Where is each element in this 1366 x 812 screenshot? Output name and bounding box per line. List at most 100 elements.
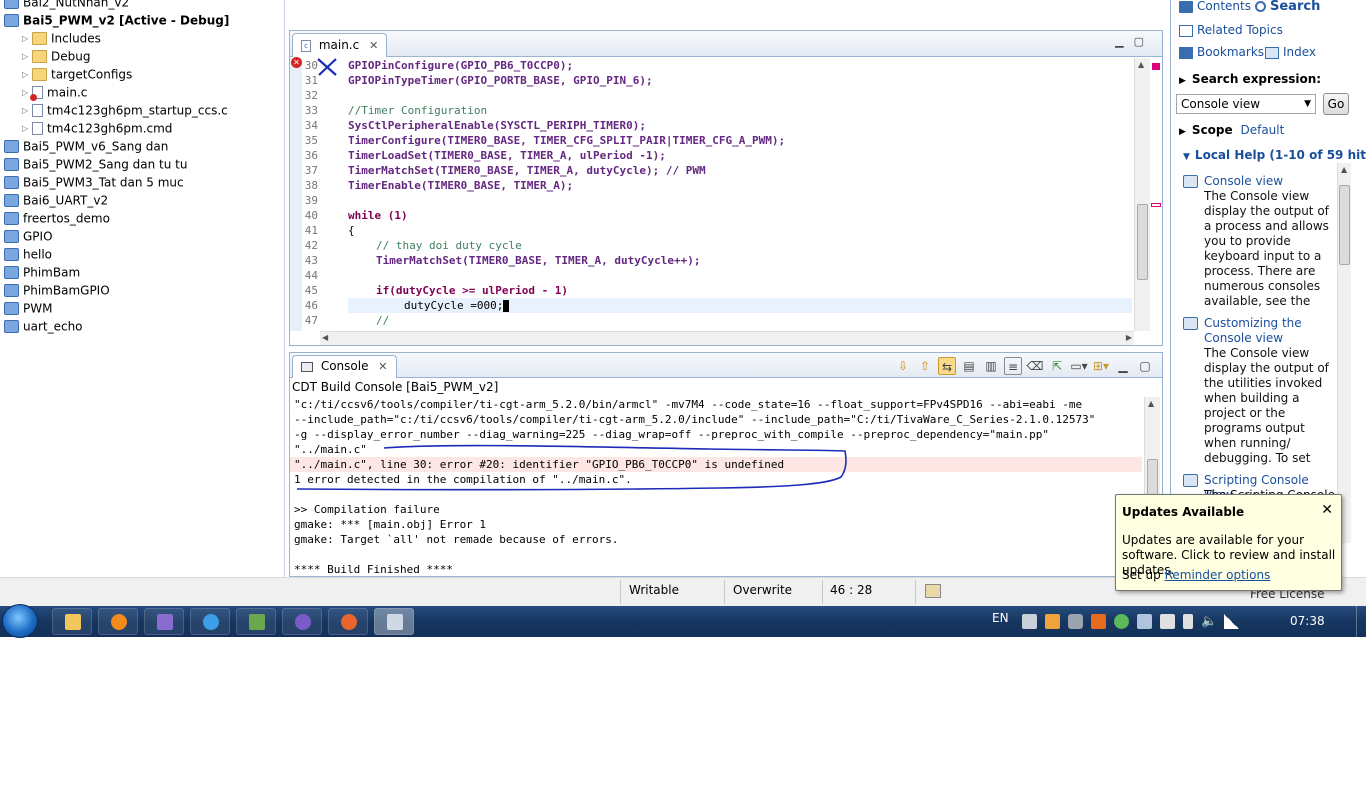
code-line[interactable]: GPIOPinTypeTimer(GPIO_PORTB_BASE, GPIO_P… <box>348 73 1132 88</box>
tree-item[interactable]: Bai5_PWM3_Tat dan 5 muc <box>4 173 184 191</box>
code-line[interactable]: SysCtlPeripheralEnable(SYSCTL_PERIPH_TIM… <box>348 118 1132 133</box>
scroll-up-icon[interactable]: ▲ <box>1138 60 1144 69</box>
scroll-left-icon[interactable]: ◀ <box>322 333 328 342</box>
bookmarks-link[interactable]: Bookmarks <box>1179 45 1264 59</box>
chevron-down-icon[interactable]: ▼ <box>1304 95 1311 113</box>
code-line[interactable] <box>348 193 1132 208</box>
tree-item[interactable]: ▷ Debug <box>22 47 90 65</box>
tab-main-c[interactable]: c main.c ✕ <box>292 33 388 57</box>
search-expression-combo[interactable]: Console view ▼ <box>1176 94 1316 114</box>
status-progress-icon[interactable] <box>925 584 941 598</box>
expand-toggle-icon[interactable]: ▷ <box>22 102 32 120</box>
editor-horizontal-scrollbar[interactable]: ◀ ▶ <box>320 331 1134 345</box>
code-line[interactable]: while (1) <box>348 208 1132 223</box>
expand-toggle-icon[interactable]: ▷ <box>22 120 32 138</box>
show-desktop-button[interactable] <box>1356 606 1366 637</box>
tree-item[interactable]: hello <box>4 245 52 263</box>
contents-link[interactable]: Contents <box>1179 0 1251 13</box>
code-line[interactable] <box>348 88 1132 103</box>
tree-item[interactable]: uart_echo <box>4 317 83 335</box>
taskbar-media-button[interactable] <box>98 608 138 635</box>
scope-expand-icon[interactable]: ▶ <box>1179 127 1186 137</box>
tree-item[interactable]: Bai6_UART_v2 <box>4 191 108 209</box>
tree-item[interactable]: freertos_demo <box>4 209 110 227</box>
minimize-icon[interactable]: ▁ <box>1115 35 1133 48</box>
close-icon[interactable]: ✕ <box>1321 502 1333 518</box>
go-button[interactable]: Go <box>1323 93 1349 115</box>
help-scroll-up-icon[interactable]: ▲ <box>1341 165 1347 174</box>
editor-vertical-scrollbar[interactable]: ▲ <box>1134 58 1150 331</box>
console-scroll-thumb[interactable] <box>1147 459 1158 499</box>
occurrence-marker-icon[interactable] <box>1151 203 1161 207</box>
tray-signal-icon[interactable] <box>1224 614 1239 629</box>
tray-battery-icon[interactable] <box>1183 614 1193 629</box>
code-line[interactable]: // thay doi duty cycle <box>348 238 1132 253</box>
maximize-console-icon[interactable]: ▢ <box>1136 357 1154 375</box>
code-line[interactable]: //Timer Configuration <box>348 103 1132 118</box>
reminder-options-link[interactable]: Reminder options <box>1165 568 1271 582</box>
expand-toggle-icon[interactable]: ▷ <box>22 30 32 48</box>
help-scrollbar[interactable]: ▲ <box>1337 163 1351 543</box>
expand-toggle-icon[interactable]: ▷ <box>22 48 32 66</box>
tray-box-icon[interactable] <box>1022 614 1037 629</box>
tree-item[interactable]: PWM <box>4 299 52 317</box>
scope-value-link[interactable]: Default <box>1240 123 1284 137</box>
code-line[interactable]: TimerMatchSet(TIMER0_BASE, TIMER_A, duty… <box>348 253 1132 268</box>
editor-scroll-thumb[interactable] <box>1137 204 1148 280</box>
code-area[interactable]: GPIOPinConfigure(GPIO_PB6_T0CCP0); GPIOPi… <box>348 58 1132 331</box>
tree-item[interactable]: GPIO <box>4 227 53 245</box>
tree-item[interactable]: PhimBamGPIO <box>4 281 110 299</box>
code-line[interactable] <box>348 268 1132 283</box>
error-icon[interactable]: ✕ <box>291 57 302 68</box>
tray-flag-icon[interactable] <box>1160 614 1175 629</box>
display-selected-console-icon[interactable]: ▭▾ <box>1070 357 1088 375</box>
tree-item[interactable]: ▷ targetConfigs <box>22 65 132 83</box>
code-line[interactable]: // <box>348 313 1132 328</box>
tray-fire-icon[interactable] <box>1091 614 1106 629</box>
tab-console[interactable]: Console ✕ <box>292 355 397 378</box>
tree-item[interactable]: ▷ main.c <box>22 83 87 101</box>
taskbar-ie-button[interactable] <box>190 608 230 635</box>
help-result-link[interactable]: Console view <box>1204 174 1336 189</box>
help-result-link[interactable]: Customizing the Console view <box>1204 316 1336 346</box>
clear-console-icon[interactable]: ⌫ <box>1026 357 1044 375</box>
code-line[interactable]: TimerMatchSet(TIMER0_BASE, TIMER_A, duty… <box>348 163 1132 178</box>
tree-item[interactable]: Bai5_PWM_v6_Sang dan <box>4 137 168 155</box>
related-topics-link[interactable]: Related Topics <box>1179 23 1283 37</box>
tree-item[interactable]: PhimBam <box>4 263 80 281</box>
taskbar-ccs-button[interactable] <box>374 608 414 635</box>
taskbar-project-button[interactable] <box>236 608 276 635</box>
taskbar-firefox-button[interactable] <box>328 608 368 635</box>
close-tab-icon[interactable]: ✕ <box>369 39 378 52</box>
tree-item[interactable]: ▷ tm4c123gh6pm_startup_ccs.c <box>22 101 228 119</box>
tray-shield-icon[interactable] <box>1068 614 1083 629</box>
copy-build-log-icon[interactable]: ▤ <box>960 357 978 375</box>
tray-network-icon[interactable] <box>1114 614 1129 629</box>
taskbar-clock[interactable]: 07:38 <box>1290 614 1325 628</box>
code-line[interactable]: TimerEnable(TIMER0_BASE, TIMER_A); <box>348 178 1132 193</box>
search-link[interactable]: Search <box>1255 0 1320 14</box>
tree-item[interactable]: ▷ Includes <box>22 29 101 47</box>
tree-item[interactable]: Bai5_PWM_v2 [Active - Debug] <box>4 11 229 29</box>
tray-volume-icon[interactable]: 🔈 <box>1201 614 1217 629</box>
local-help-header[interactable]: ▼ Local Help (1-10 of 59 hit <box>1183 148 1366 162</box>
word-wrap-icon[interactable]: ≡ <box>1004 357 1022 375</box>
tray-unlock-icon[interactable] <box>1045 614 1060 629</box>
error-marker-icon[interactable] <box>1152 63 1160 70</box>
code-line[interactable]: { <box>348 223 1132 238</box>
maximize-icon[interactable]: ▢ <box>1134 35 1154 48</box>
scroll-lock-icon[interactable]: ⇆ <box>938 357 956 375</box>
taskbar-explorer-button[interactable] <box>52 608 92 635</box>
close-console-icon[interactable]: ✕ <box>378 360 387 373</box>
tree-item[interactable]: Bai2_NutNhan_v2 <box>4 0 129 11</box>
open-console-icon[interactable]: ⊞▾ <box>1092 357 1110 375</box>
minimize-console-icon[interactable]: ▁ <box>1114 357 1132 375</box>
language-indicator[interactable]: EN <box>992 611 1009 625</box>
code-line[interactable]: dutyCycle =000; <box>348 298 1132 313</box>
start-button-icon[interactable] <box>2 604 38 638</box>
code-line[interactable]: TimerLoadSet(TIMER0_BASE, TIMER_A, ulPer… <box>348 148 1132 163</box>
tree-item[interactable]: ▷ tm4c123gh6pm.cmd <box>22 119 172 137</box>
tray-usb-icon[interactable] <box>1137 614 1152 629</box>
tree-item[interactable]: Bai5_PWM2_Sang dan tu tu <box>4 155 187 173</box>
pin-console-icon[interactable]: ⇱ <box>1048 357 1066 375</box>
